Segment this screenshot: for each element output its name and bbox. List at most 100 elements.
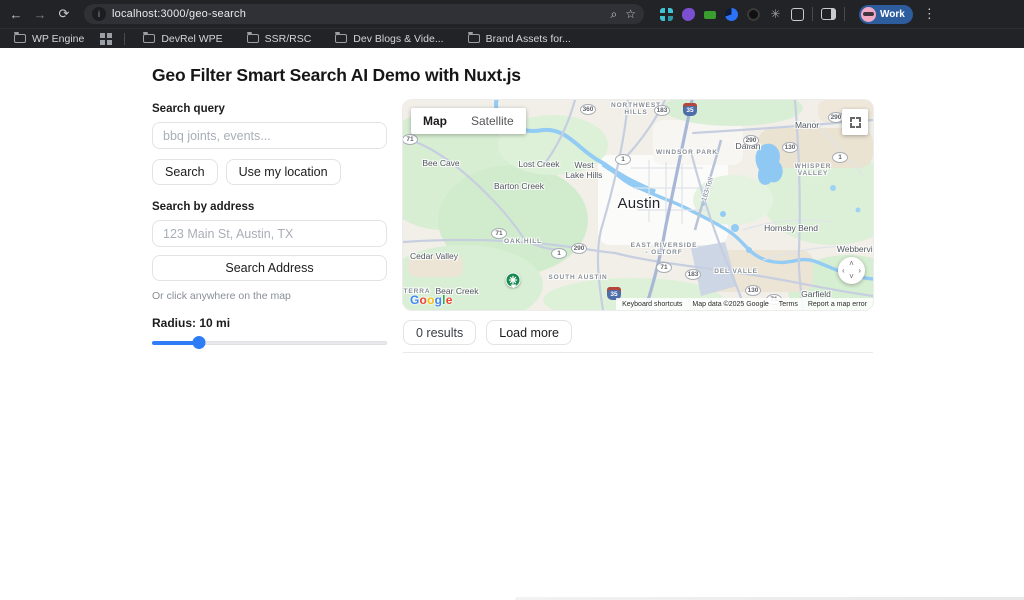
map-attribution: Keyboard shortcuts Map data ©2025 Google T… xyxy=(616,298,873,310)
folder-icon xyxy=(14,34,26,43)
section-divider xyxy=(403,352,873,353)
bookmark-item[interactable]: Brand Assets for... xyxy=(464,33,575,45)
search-button[interactable]: Search xyxy=(152,159,218,185)
bookmark-item[interactable]: Dev Blogs & Vide... xyxy=(331,33,447,45)
route-shield: 1 xyxy=(551,248,567,259)
google-logo[interactable]: Google xyxy=(410,293,453,307)
google-logo-letter: e xyxy=(446,293,453,307)
profile-label: Work xyxy=(880,9,905,20)
ext-ring-icon[interactable] xyxy=(747,8,760,21)
map-label: Cedar Valley xyxy=(410,251,458,261)
pan-down-icon[interactable]: ˅ xyxy=(849,273,854,281)
map-type-control: Map Satellite xyxy=(411,108,526,134)
pan-up-icon[interactable]: ˄ xyxy=(849,260,854,268)
route-shield: 1 xyxy=(832,152,848,163)
browser-toolbar: ← → ⟳ i localhost:3000/geo-search ⌕ ☆ ✳ … xyxy=(0,0,1024,28)
forward-icon[interactable]: → xyxy=(30,4,50,24)
google-logo-letter: g xyxy=(435,293,443,307)
search-panel: Search query Search Use my location Sear… xyxy=(152,103,387,350)
ext-pie-icon[interactable] xyxy=(725,8,738,21)
pan-control[interactable]: ˄ ˅ ‹ › xyxy=(838,257,865,284)
extensions-row: ✳ xyxy=(660,8,804,21)
results-row: 0 results Load more xyxy=(403,320,572,345)
use-my-location-button[interactable]: Use my location xyxy=(226,159,341,185)
bookmark-label: DevRel WPE xyxy=(161,33,222,45)
map-label: Austin xyxy=(618,195,661,212)
bookmark-label: Brand Assets for... xyxy=(486,33,571,45)
map-label: DEL VALLE xyxy=(714,268,758,275)
route-shield: 71 xyxy=(491,228,507,239)
attribution-item[interactable]: Map data ©2025 Google xyxy=(692,301,768,308)
zoom-page-icon[interactable]: ⌕ xyxy=(611,8,618,20)
map-label: Hornsby Bend xyxy=(764,223,818,233)
results-count-badge: 0 results xyxy=(403,320,476,345)
google-logo-letter: G xyxy=(410,293,420,307)
address-label: Search by address xyxy=(152,201,387,213)
attribution-item[interactable]: Report a map error xyxy=(808,301,867,308)
address-bar[interactable]: i localhost:3000/geo-search ⌕ ☆ xyxy=(84,4,644,24)
bookmark-folder-list: DevRel WPE SSR/RSC Dev Blogs & Vide... Bran… xyxy=(139,33,574,45)
radius-label: Radius: 10 mi xyxy=(152,316,387,330)
map-label: Webberville xyxy=(837,244,873,254)
route-shield: 360 xyxy=(580,104,596,115)
map-label: OAK HILL xyxy=(504,238,542,245)
fullscreen-button[interactable] xyxy=(842,109,868,135)
fullscreen-icon xyxy=(850,117,861,128)
bookmark-label: WP Engine xyxy=(32,33,84,45)
search-query-input[interactable] xyxy=(152,122,387,149)
route-shield: 71 xyxy=(656,262,672,273)
map-hint-text: Or click anywhere on the map xyxy=(152,290,387,302)
extensions-puzzle-icon[interactable] xyxy=(791,8,804,21)
ext-purple-icon[interactable] xyxy=(682,8,695,21)
route-shield: 183 xyxy=(685,269,701,280)
route-shield: 130 xyxy=(782,142,798,153)
map-marker-pin[interactable] xyxy=(506,273,521,288)
interstate-shield: 35 xyxy=(683,103,697,116)
attribution-item[interactable]: Keyboard shortcuts xyxy=(622,301,682,308)
url-text[interactable]: localhost:3000/geo-search xyxy=(112,8,605,20)
google-map[interactable]: NORTHWEST HILLSManorDaffanWINDSOR PARKWH… xyxy=(403,100,873,310)
back-icon[interactable]: ← xyxy=(6,4,26,24)
map-label: WINDSOR PARK xyxy=(656,149,718,156)
route-shield: 290 xyxy=(743,135,759,146)
map-label: Bee Cave xyxy=(422,158,459,168)
route-shield: 130 xyxy=(745,285,761,296)
ext-green-icon[interactable] xyxy=(704,11,716,19)
attribution-item[interactable]: Terms xyxy=(779,301,798,308)
menu-kebab-icon[interactable]: ⋮ xyxy=(923,6,936,22)
search-address-button[interactable]: Search Address xyxy=(152,255,387,281)
folder-icon xyxy=(143,34,155,43)
folder-icon xyxy=(335,34,347,43)
slider-thumb[interactable] xyxy=(193,336,206,349)
profile-button[interactable]: Work xyxy=(859,5,913,24)
map-label: EAST RIVERSIDE - OLTORF xyxy=(631,242,698,256)
reload-icon[interactable]: ⟳ xyxy=(54,4,74,24)
load-more-button[interactable]: Load more xyxy=(486,320,572,345)
avatar xyxy=(861,7,876,22)
bookmarks-divider xyxy=(124,33,125,45)
bookmark-grid-icon[interactable] xyxy=(100,33,112,45)
google-logo-letter: o xyxy=(420,293,428,307)
ext-grid-icon[interactable] xyxy=(660,8,673,21)
address-input[interactable] xyxy=(152,220,387,247)
bookmark-item[interactable]: WP Engine xyxy=(10,33,88,45)
bookmark-item[interactable]: SSR/RSC xyxy=(243,33,316,45)
bookmark-star-icon[interactable]: ☆ xyxy=(625,8,636,20)
radius-slider[interactable] xyxy=(152,336,387,350)
map-label: 183-Toll xyxy=(701,177,715,202)
route-shield: 290 xyxy=(571,243,587,254)
side-panel-icon[interactable] xyxy=(821,8,836,20)
google-logo-letter: o xyxy=(427,293,435,307)
pan-right-icon[interactable]: › xyxy=(858,267,861,275)
map-type-map-button[interactable]: Map xyxy=(411,108,459,134)
browser-window: ← → ⟳ i localhost:3000/geo-search ⌕ ☆ ✳ … xyxy=(0,0,1024,600)
route-shield: 1 xyxy=(615,154,631,165)
bookmark-item[interactable]: DevRel WPE xyxy=(139,33,226,45)
toolbar-divider xyxy=(812,7,813,21)
map-label: Manor xyxy=(795,120,819,130)
page-content: Geo Filter Smart Search AI Demo with Nux… xyxy=(0,48,1024,600)
map-type-satellite-button[interactable]: Satellite xyxy=(459,108,526,134)
site-info-icon[interactable]: i xyxy=(92,7,106,21)
ext-asterisk-icon[interactable]: ✳ xyxy=(769,8,782,21)
pan-left-icon[interactable]: ‹ xyxy=(842,267,845,275)
